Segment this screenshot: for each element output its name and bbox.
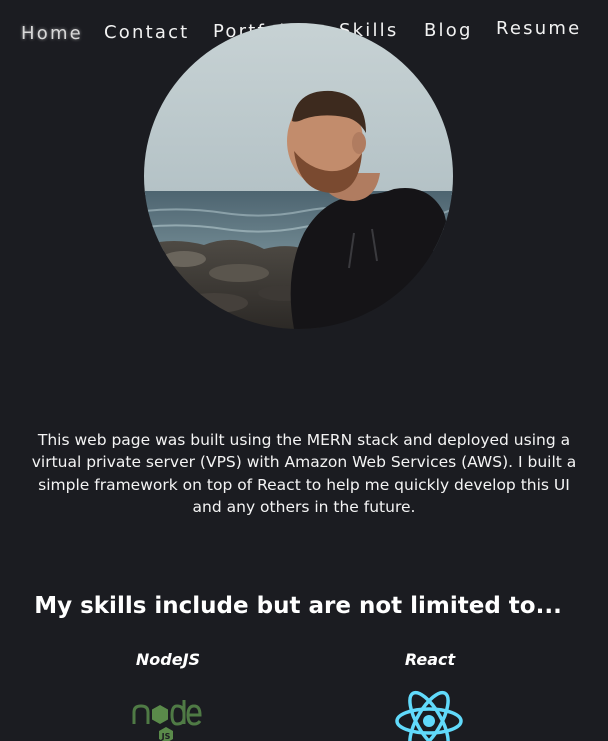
nodejs-icon: JS: [130, 700, 202, 741]
react-icon: [394, 688, 464, 741]
skill-react-label: React: [404, 650, 456, 669]
nav-contact-link[interactable]: Contact: [104, 22, 189, 43]
nav-resume-link[interactable]: Resume: [496, 18, 581, 39]
page: Home Contact Portfolio Skills Blog Resum…: [0, 0, 608, 741]
svg-text:JS: JS: [161, 732, 171, 741]
about-text: This web page was built using the MERN s…: [31, 430, 577, 517]
skills-heading: My skills include but are not limited to…: [34, 593, 562, 620]
skill-nodejs-label: NodeJS: [135, 650, 201, 669]
nav-home-link[interactable]: Home: [21, 23, 83, 44]
profile-photo: [144, 23, 453, 329]
nav-blog-link[interactable]: Blog: [424, 20, 473, 41]
